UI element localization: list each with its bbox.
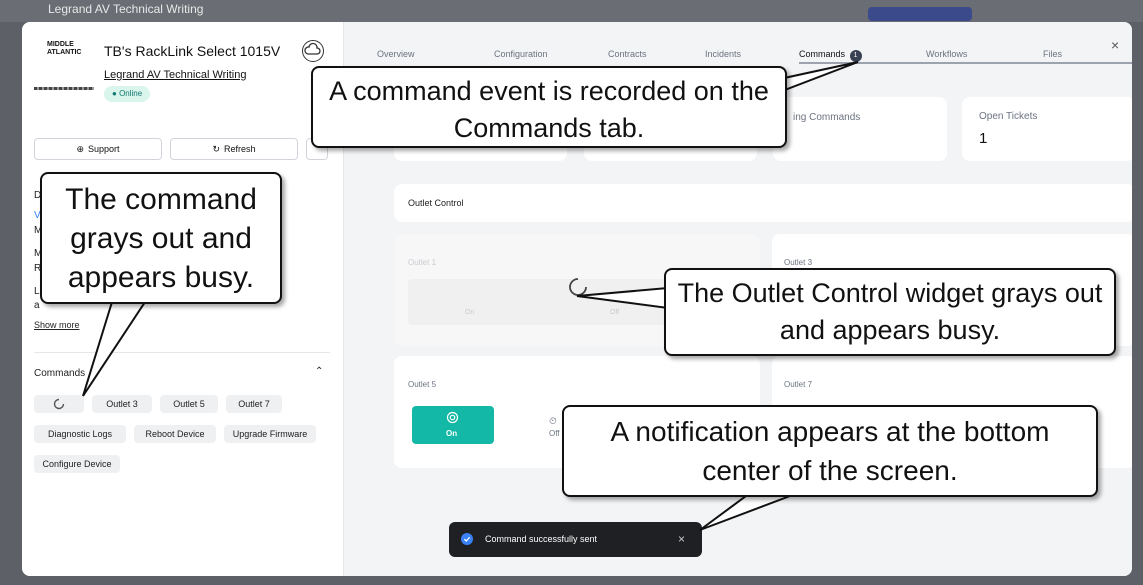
callout-command-busy: The command grays out and appears busy. [40, 172, 282, 304]
callout-pointer [576, 286, 669, 310]
callout-commands-tab: A command event is recorded on the Comma… [311, 66, 787, 148]
callout-pointer [82, 301, 147, 397]
callout-notification: A notification appears at the bottom cen… [562, 405, 1098, 497]
callout-widget-busy: The Outlet Control widget grays out and … [664, 268, 1116, 356]
callout-pointer [699, 495, 791, 531]
